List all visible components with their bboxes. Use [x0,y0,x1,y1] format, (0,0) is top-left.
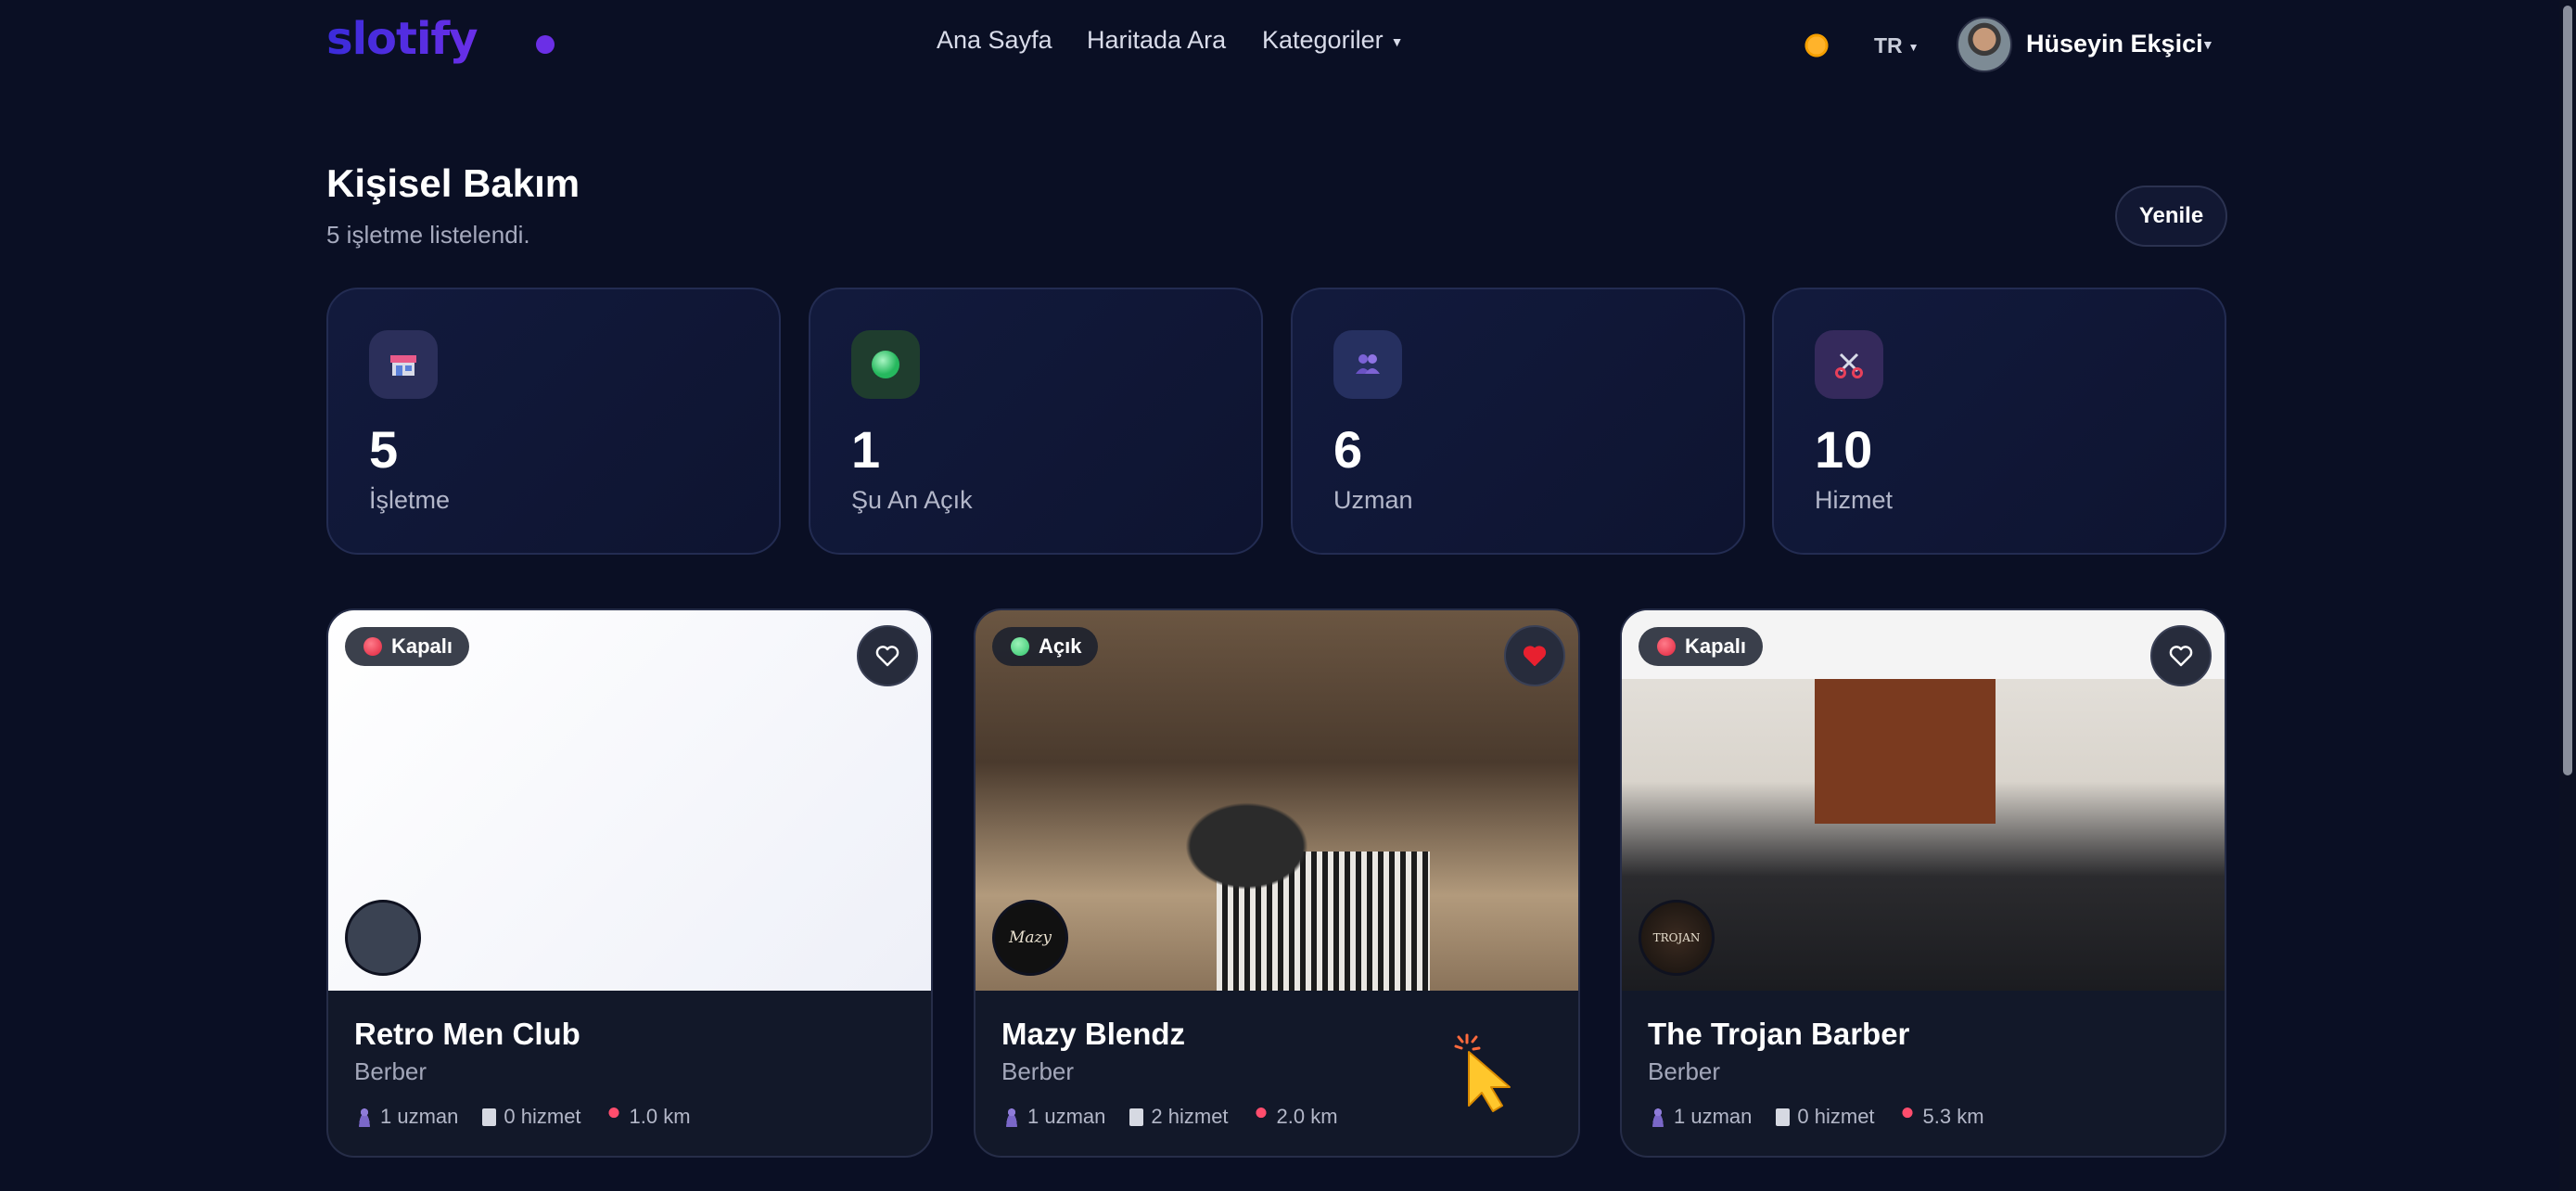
language-selector[interactable]: TR ▼ [1874,33,1919,58]
top-navbar: slotify Ana Sayfa Haritada Ara Kategoril… [0,0,2559,89]
status-label: Kapalı [1685,634,1747,658]
user-icon [1650,1107,1666,1127]
business-logo-text: Mazy [1008,928,1052,947]
distance-label: 1.0 km [629,1105,691,1128]
people-icon [1333,330,1402,399]
business-logo: TROJAN [1639,900,1715,976]
distance: 5.3 km [1898,1105,1984,1129]
stat-value: 6 [1333,420,1363,479]
chevron-down-icon: ▼ [1390,33,1404,49]
heart-outline-icon [875,646,899,667]
service-count-label: 0 hizmet [1797,1105,1875,1128]
user-name[interactable]: Hüseyin Ekşici [2026,30,2203,58]
sun-icon[interactable] [1803,32,1830,59]
stat-value: 5 [369,420,399,479]
distance: 2.0 km [1252,1105,1338,1129]
expert-count: 1 uzman [1003,1105,1105,1129]
business-logo [345,900,421,976]
service-count-label: 0 hizmet [504,1105,581,1128]
status-label: Açık [1039,634,1082,658]
business-meta: 1 uzman 0 hizmet 5.3 km [1650,1105,1984,1129]
expert-count-label: 1 uzman [380,1105,459,1128]
business-card[interactable]: Kapalı TROJAN The Trojan Barber Berber 1… [1620,608,2226,1158]
status-badge: Kapalı [345,627,470,666]
nav-categories-label: Kategoriler [1262,26,1384,54]
stat-value: 10 [1815,420,1873,479]
status-badge: Kapalı [1639,627,1764,666]
status-label: Kapalı [391,634,453,658]
status-dot-icon [1657,637,1676,656]
brand-logo[interactable]: slotify [326,13,478,65]
scrollbar-thumb[interactable] [2563,6,2572,775]
service-count: 2 hizmet [1129,1105,1229,1129]
user-avatar[interactable] [1957,17,2012,72]
nav-link-home[interactable]: Ana Sayfa [937,26,1052,55]
nav-categories-dropdown[interactable]: Kategoriler ▼ [1262,26,1403,55]
green-circle-icon [851,330,920,399]
distance: 1.0 km [605,1105,691,1129]
scissors-icon [1815,330,1883,399]
business-meta: 1 uzman 0 hizmet 1.0 km [356,1105,691,1129]
user-icon [356,1107,373,1127]
service-count-label: 2 hizmet [1151,1105,1229,1128]
expert-count: 1 uzman [1650,1105,1752,1129]
stat-label: İşletme [369,486,451,514]
business-type: Berber [354,1057,427,1085]
refresh-button[interactable]: Yenile [2115,186,2227,247]
pin-icon [605,1107,622,1127]
status-dot-icon [1011,637,1029,656]
distance-label: 5.3 km [1922,1105,1984,1128]
status-dot-icon [363,637,382,656]
expert-count-label: 1 uzman [1674,1105,1753,1128]
chevron-down-icon[interactable]: ▼ [2201,37,2214,52]
heart-filled-icon [1523,646,1547,666]
heart-outline-icon [2169,646,2193,667]
business-type: Berber [1001,1057,1075,1085]
page-scrollbar[interactable] [2559,0,2576,1191]
service-count: 0 hizmet [482,1105,581,1129]
stat-card-businesses: 5 İşletme [326,288,781,555]
status-badge: Açık [992,627,1099,666]
language-label: TR [1874,33,1903,58]
favorite-button[interactable] [2150,625,2212,686]
business-logo: Mazy [992,900,1068,976]
favorite-button[interactable] [1504,625,1565,686]
nav-link-map-search[interactable]: Haritada Ara [1087,26,1226,55]
page-title: Kişisel Bakım [326,161,580,205]
receipt-icon [482,1108,497,1126]
page-subtitle: 5 işletme listelendi. [326,221,530,249]
business-name[interactable]: The Trojan Barber [1648,1017,1909,1052]
receipt-icon [1776,1108,1791,1126]
user-icon [1003,1107,1020,1127]
pin-icon [1252,1107,1269,1127]
pin-icon [1898,1107,1916,1127]
store-icon [369,330,438,399]
chevron-down-icon: ▼ [1907,40,1919,54]
receipt-icon [1129,1108,1144,1126]
business-name[interactable]: Mazy Blendz [1001,1017,1185,1052]
expert-count: 1 uzman [356,1105,458,1129]
business-meta: 1 uzman 2 hizmet 2.0 km [1003,1105,1338,1129]
stat-value: 1 [851,420,881,479]
business-card[interactable]: Kapalı Retro Men Club Berber 1 uzman 0 h… [326,608,933,1158]
nav-home-label: Ana Sayfa [937,26,1052,54]
business-name[interactable]: Retro Men Club [354,1017,580,1052]
brand-logo-dot [536,35,555,54]
stat-card-open-now: 1 Şu An Açık [809,288,1263,555]
nav-map-label: Haritada Ara [1087,26,1227,54]
distance-label: 2.0 km [1276,1105,1338,1128]
service-count: 0 hizmet [1776,1105,1875,1129]
stat-card-experts: 6 Uzman [1291,288,1745,555]
stat-label: Şu An Açık [851,486,973,514]
stat-label: Uzman [1333,486,1413,514]
stat-label: Hizmet [1815,486,1894,514]
business-type: Berber [1648,1057,1721,1085]
business-logo-text: TROJAN [1652,931,1701,944]
mouse-pointer-icon [1454,1033,1511,1112]
expert-count-label: 1 uzman [1027,1105,1106,1128]
favorite-button[interactable] [857,625,918,686]
stat-card-services: 10 Hizmet [1772,288,2226,555]
